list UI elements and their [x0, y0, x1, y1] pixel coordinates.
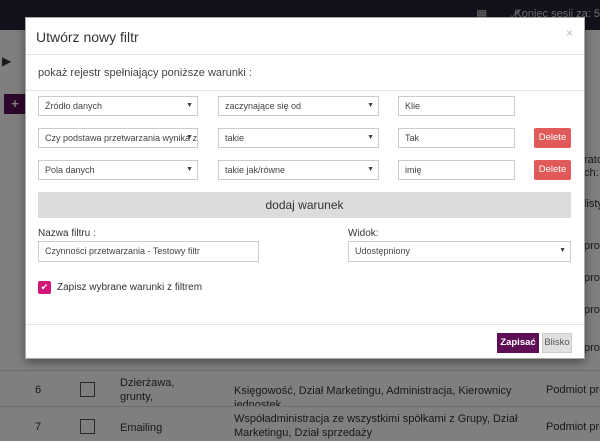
- condition-field-select[interactable]: Czy podstawa przetwarzania wynika z ▼: [38, 128, 198, 148]
- condition-value-input[interactable]: Klie: [398, 96, 515, 116]
- divider: [26, 90, 584, 91]
- condition-value-input[interactable]: Tak: [398, 128, 515, 148]
- condition-field-select[interactable]: Źródło danych ▼: [38, 96, 198, 116]
- select-value: Czy podstawa przetwarzania wynika z: [45, 133, 198, 143]
- close-icon[interactable]: ×: [566, 26, 573, 40]
- chevron-down-icon: ▼: [559, 247, 566, 254]
- select-value: zaczynające się od: [225, 101, 302, 111]
- chevron-down-icon: ▼: [186, 166, 193, 173]
- view-select[interactable]: Udostępniony ▼: [348, 241, 571, 262]
- view-label: Widok:: [348, 228, 379, 239]
- select-value: takie: [225, 133, 245, 143]
- condition-operator-select[interactable]: takie jak/równe ▼: [218, 160, 379, 180]
- filter-name-label: Nazwa filtru :: [38, 228, 96, 239]
- condition-value-input[interactable]: imię: [398, 160, 515, 180]
- chevron-down-icon: ▼: [367, 134, 374, 141]
- divider: [26, 324, 584, 325]
- intro-text: pokaż rejestr spełniający poniższe warun…: [38, 67, 252, 79]
- save-conditions-checkbox[interactable]: ✔: [38, 281, 51, 294]
- chevron-down-icon: ▼: [367, 166, 374, 173]
- select-value: Udostępniony: [355, 246, 411, 256]
- add-condition-button[interactable]: dodaj warunek: [38, 192, 571, 218]
- select-value: Pola danych: [45, 165, 95, 175]
- chevron-down-icon: ▼: [186, 102, 193, 109]
- condition-field-select[interactable]: Pola danych ▼: [38, 160, 198, 180]
- save-conditions-label: Zapisz wybrane warunki z filtrem: [57, 282, 203, 293]
- divider: [26, 54, 584, 55]
- close-button[interactable]: Blisko: [542, 333, 572, 353]
- chevron-down-icon: ▼: [186, 134, 193, 141]
- save-button[interactable]: Zapisać: [497, 333, 539, 353]
- delete-condition-button[interactable]: Delete: [534, 160, 571, 180]
- create-filter-modal: Utwórz nowy filtr × pokaż rejestr spełni…: [25, 17, 585, 359]
- select-value: Źródło danych: [45, 101, 103, 111]
- delete-condition-button[interactable]: Delete: [534, 128, 571, 148]
- chevron-down-icon: ▼: [367, 102, 374, 109]
- modal-title: Utwórz nowy filtr: [36, 29, 139, 45]
- select-value: takie jak/równe: [225, 165, 286, 175]
- condition-operator-select[interactable]: takie ▼: [218, 128, 379, 148]
- condition-operator-select[interactable]: zaczynające się od ▼: [218, 96, 379, 116]
- filter-name-input[interactable]: Czynności przetwarzania - Testowy filtr: [38, 241, 259, 262]
